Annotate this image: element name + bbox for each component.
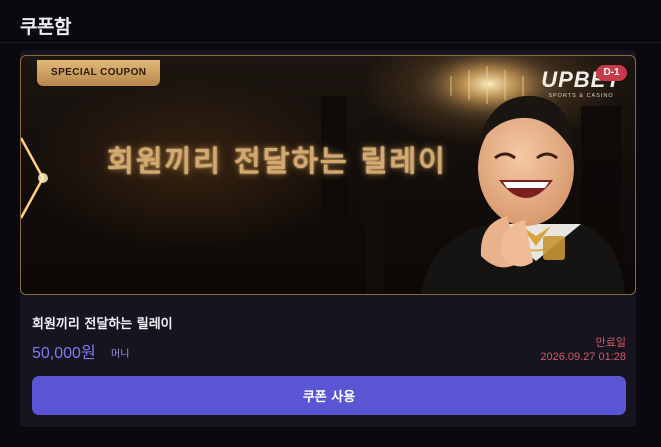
coupon-amount-unit: 머니: [111, 349, 130, 360]
title-divider: [0, 42, 661, 43]
coupon-amount: 50,000원: [32, 345, 96, 362]
use-coupon-button[interactable]: 쿠폰 사용: [32, 376, 626, 415]
dday-badge: D-1: [596, 65, 627, 81]
special-coupon-badge: SPECIAL COUPON: [37, 60, 161, 86]
page-title: 쿠폰함: [20, 16, 71, 38]
coupon-card[interactable]: SPECIAL COUPON 회원끼리 전달하는 릴레이 UPBET SPORT…: [20, 50, 636, 427]
coupon-name: 회원끼리 전달하는 릴레이: [32, 317, 173, 332]
banner-heading: 회원끼리 전달하는 릴레이: [107, 144, 447, 178]
coupon-banner: SPECIAL COUPON 회원끼리 전달하는 릴레이 UPBET SPORT…: [20, 55, 636, 295]
expire-date: 2026.09.27 01:28: [540, 351, 626, 363]
expire-label: 만료일: [595, 336, 626, 349]
logo-subtitle: SPORTS & CASINO: [548, 93, 614, 99]
